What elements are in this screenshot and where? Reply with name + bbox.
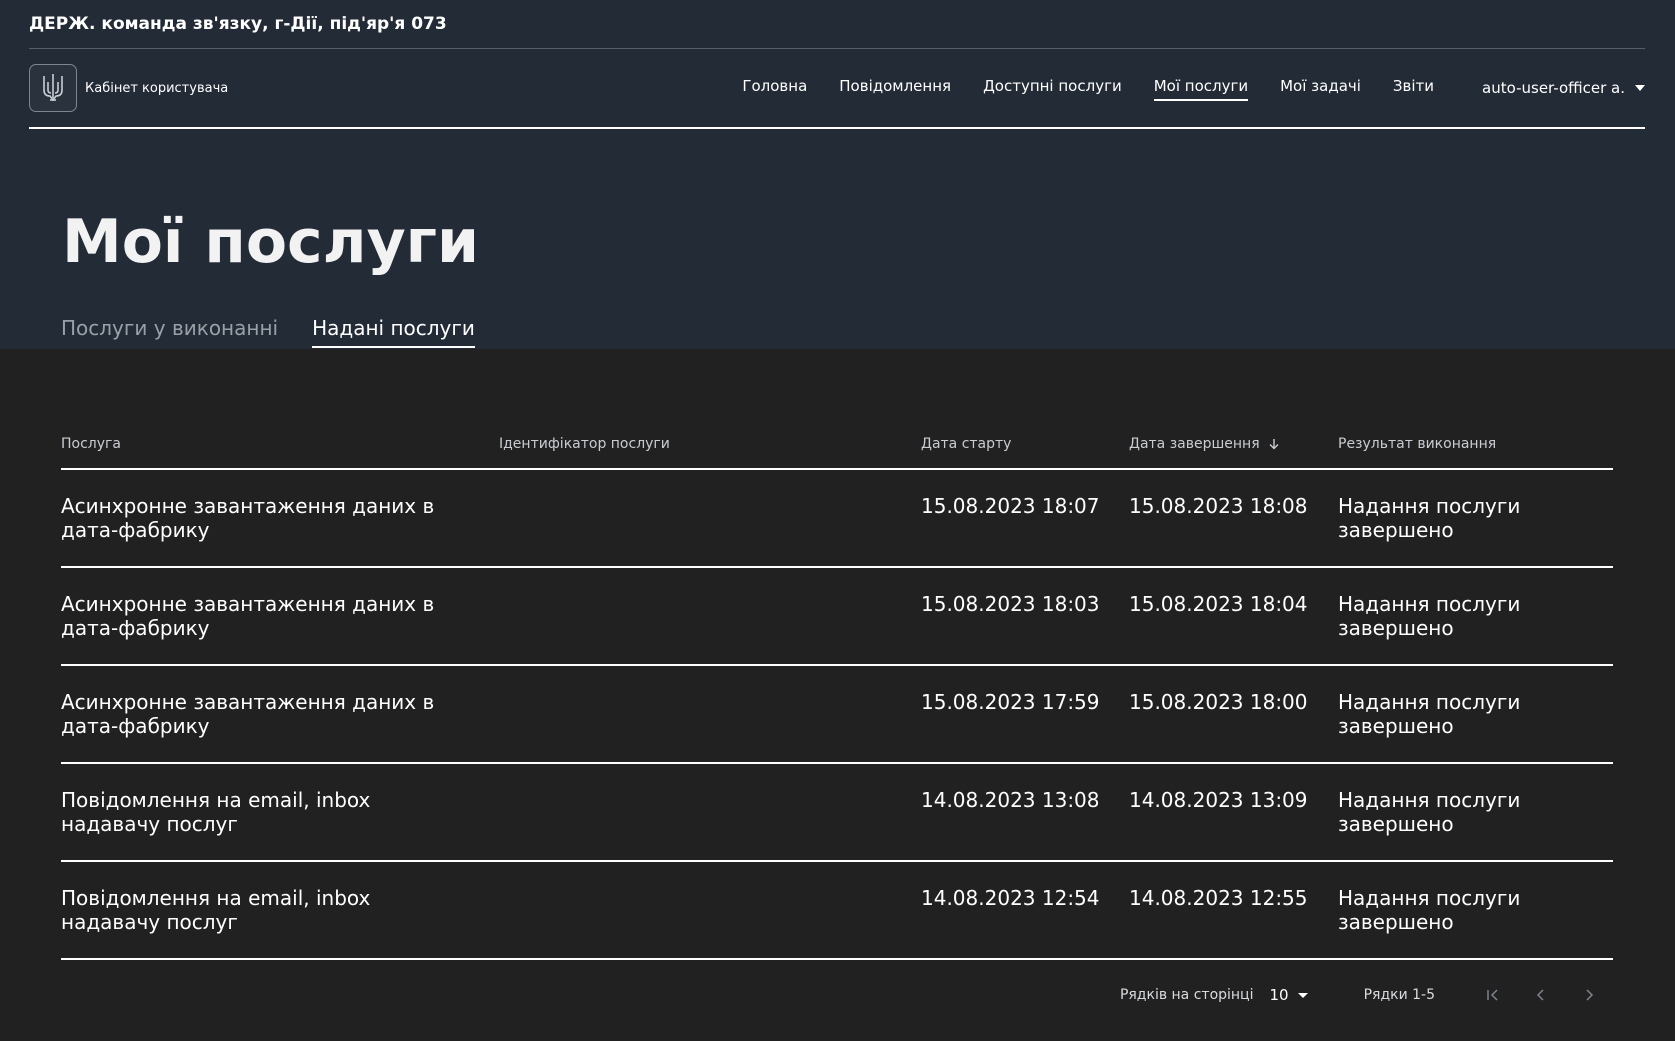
cell-start: 14.08.2023 13:08: [921, 788, 1100, 812]
cell-service: Асинхронне завантаження даних в дата-фаб…: [61, 592, 435, 640]
tab-in-progress[interactable]: Послуги у виконанні: [61, 313, 278, 348]
cell-service: Асинхронне завантаження даних в дата-фаб…: [61, 690, 435, 738]
table-row[interactable]: Асинхронне завантаження даних в дата-фаб…: [61, 470, 1613, 568]
org-name: ДЕРЖ. команда зв'язку, г-Дії, під'яр'я 0…: [29, 14, 447, 34]
cell-end: 14.08.2023 12:55: [1129, 886, 1308, 910]
nav-available-services[interactable]: Доступні послуги: [983, 76, 1122, 101]
col-result[interactable]: Результат виконання: [1338, 436, 1613, 452]
user-name: auto-user-officer a.: [1482, 79, 1625, 97]
chevron-left-icon: [1536, 989, 1544, 1001]
cell-end: 15.08.2023 18:04: [1129, 592, 1308, 616]
cell-result: Надання послуги завершено: [1338, 690, 1521, 738]
cell-identifier: [499, 494, 921, 566]
cell-service: Повідомлення на email, inbox надавачу по…: [61, 886, 371, 934]
table-row[interactable]: Повідомлення на email, inbox надавачу по…: [61, 764, 1613, 862]
logo[interactable]: [29, 64, 77, 112]
cell-start: 15.08.2023 18:07: [921, 494, 1100, 518]
first-page-icon: [1487, 989, 1498, 1001]
cell-result: Надання послуги завершено: [1338, 592, 1521, 640]
first-page-button[interactable]: [1469, 975, 1517, 1015]
table-row[interactable]: Повідомлення на email, inbox надавачу по…: [61, 862, 1613, 960]
rows-range: Рядки 1-5: [1363, 987, 1435, 1003]
cell-identifier: [499, 592, 921, 664]
table-header: Послуга Ідентифікатор послуги Дата старт…: [61, 420, 1613, 470]
prev-page-button[interactable]: [1517, 975, 1565, 1015]
cell-result: Надання послуги завершено: [1338, 494, 1521, 542]
services-table: Послуга Ідентифікатор послуги Дата старт…: [61, 420, 1613, 1004]
tabs: Послуги у виконанні Надані послуги: [61, 313, 509, 348]
cell-start: 14.08.2023 12:54: [921, 886, 1100, 910]
cabinet-label: Кабінет користувача: [85, 80, 229, 96]
page-title: Мої послуги: [62, 207, 480, 277]
rows-per-page-value: 10: [1269, 986, 1289, 1004]
rows-per-page-label: Рядків на сторінці: [1119, 987, 1254, 1003]
nav-my-tasks[interactable]: Мої задачі: [1280, 76, 1361, 101]
cell-start: 15.08.2023 18:03: [921, 592, 1100, 616]
nav-home[interactable]: Головна: [742, 76, 807, 101]
nav-my-services[interactable]: Мої послуги: [1153, 76, 1249, 101]
main-header: Кабінет користувача Головна Повідомлення…: [29, 49, 1645, 129]
col-end-date-label: Дата завершення: [1129, 436, 1260, 452]
cell-result: Надання послуги завершено: [1338, 886, 1521, 934]
col-start-date[interactable]: Дата старту: [921, 436, 1129, 452]
table-row[interactable]: Асинхронне завантаження даних в дата-фаб…: [61, 568, 1613, 666]
col-identifier[interactable]: Ідентифікатор послуги: [499, 436, 921, 452]
rows-per-page-select[interactable]: 10: [1269, 986, 1308, 1004]
cell-start: 15.08.2023 17:59: [921, 690, 1100, 714]
chevron-right-icon: [1586, 989, 1594, 1001]
cell-result: Надання послуги завершено: [1338, 788, 1521, 836]
cell-end: 15.08.2023 18:00: [1129, 690, 1308, 714]
tab-provided[interactable]: Надані послуги: [312, 313, 475, 348]
trident-icon: [43, 74, 63, 102]
user-menu[interactable]: auto-user-officer a.: [1482, 79, 1645, 97]
cell-service: Асинхронне завантаження даних в дата-фаб…: [61, 494, 435, 542]
nav-reports[interactable]: Звіти: [1393, 76, 1434, 101]
cell-identifier: [499, 788, 921, 860]
cell-identifier: [499, 690, 921, 762]
cell-end: 14.08.2023 13:09: [1129, 788, 1308, 812]
top-banner: ДЕРЖ. команда зв'язку, г-Дії, під'яр'я 0…: [0, 0, 1675, 349]
col-service[interactable]: Послуга: [61, 436, 499, 452]
col-end-date[interactable]: Дата завершення: [1129, 436, 1338, 452]
cell-end: 15.08.2023 18:08: [1129, 494, 1308, 518]
cell-service: Повідомлення на email, inbox надавачу по…: [61, 788, 371, 836]
cell-identifier: [499, 886, 921, 958]
org-bar: ДЕРЖ. команда зв'язку, г-Дії, під'яр'я 0…: [29, 0, 1645, 49]
arrow-down-icon: [1269, 439, 1279, 450]
main-nav: Головна Повідомлення Доступні послуги Мо…: [710, 49, 1645, 127]
chevron-down-icon: [1635, 85, 1645, 91]
chevron-down-icon: [1297, 992, 1308, 998]
table-row[interactable]: Асинхронне завантаження даних в дата-фаб…: [61, 666, 1613, 764]
next-page-button[interactable]: [1565, 975, 1613, 1015]
nav-notifications[interactable]: Повідомлення: [839, 76, 951, 101]
pagination: Рядків на сторінці 10 Рядки 1-5: [61, 973, 1613, 1017]
page-buttons: [1469, 975, 1613, 1015]
